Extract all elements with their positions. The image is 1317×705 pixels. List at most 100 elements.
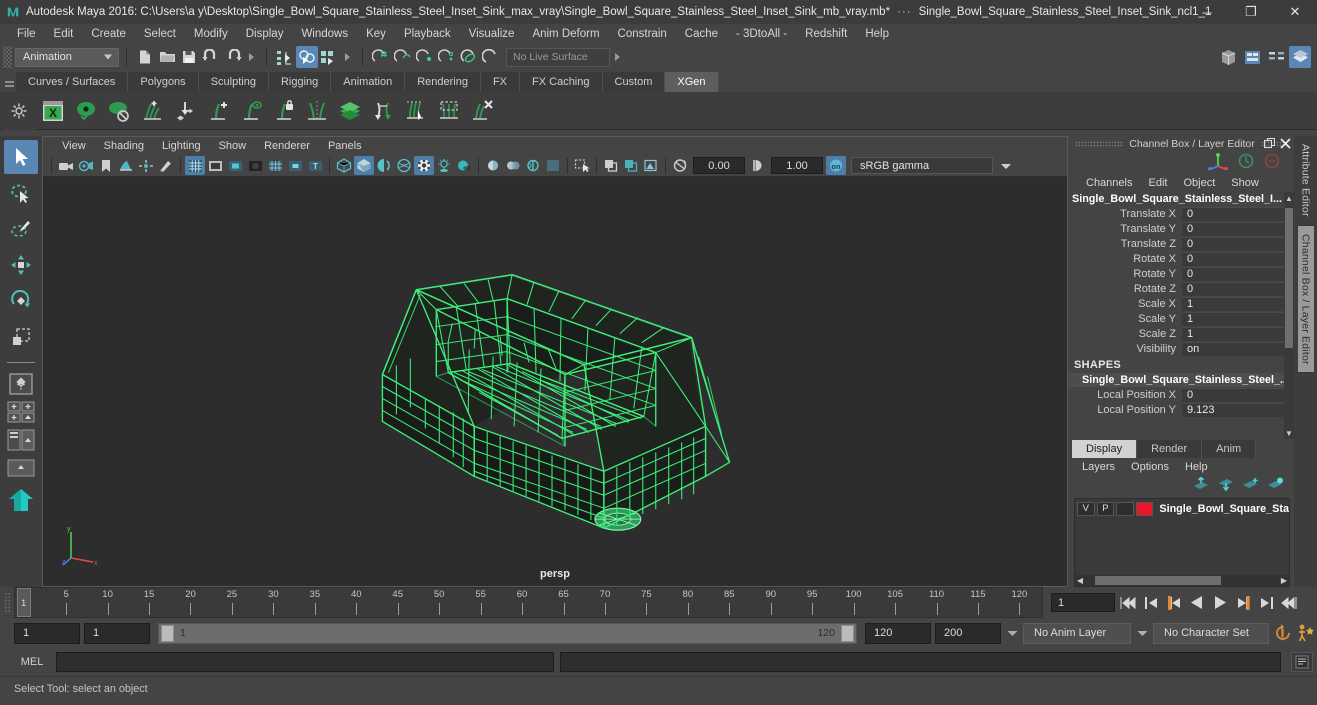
attribute-row-translate-y[interactable]: Translate Y 0	[1068, 221, 1294, 236]
show-hide-attribute-editor-button[interactable]	[1241, 46, 1263, 68]
anim-layer-chevron-down-icon[interactable]	[1005, 623, 1019, 644]
menu-anim-deform[interactable]: Anim Deform	[523, 24, 608, 44]
save-scene-button[interactable]	[178, 46, 200, 68]
select-camera-icon[interactable]	[56, 156, 76, 175]
xgen-delete-guide-icon[interactable]	[467, 95, 497, 126]
scrollbar-thumb[interactable]	[1095, 576, 1221, 585]
shelf-tab-fx-caching[interactable]: FX Caching	[520, 72, 603, 92]
channel-menu-edit[interactable]: Edit	[1140, 177, 1175, 189]
attribute-value[interactable]: 1	[1182, 326, 1294, 341]
show-hide-modeling-toolkit-button[interactable]	[1217, 46, 1239, 68]
attribute-row-rotate-z[interactable]: Rotate Z 0	[1068, 281, 1294, 296]
menu-create[interactable]: Create	[82, 24, 135, 44]
step-forward-keyframe-icon[interactable]	[1256, 592, 1276, 614]
grid-toggle-icon[interactable]	[185, 156, 205, 175]
attribute-row-translate-z[interactable]: Translate Z 0	[1068, 236, 1294, 251]
xgen-add-guide-icon[interactable]	[203, 95, 233, 126]
current-frame-field[interactable]: 1	[1051, 593, 1115, 612]
layer-menu-layers[interactable]: Layers	[1074, 461, 1123, 473]
layer-color-swatch[interactable]	[1135, 501, 1154, 516]
xgen-region-icon[interactable]	[434, 95, 464, 126]
attribute-value[interactable]: 0	[1182, 206, 1294, 221]
depth-of-field-icon[interactable]	[523, 156, 543, 175]
show-hide-tool-settings-button[interactable]	[1265, 46, 1287, 68]
new-scene-button[interactable]	[134, 46, 156, 68]
snap-to-curve-button[interactable]	[392, 46, 414, 68]
expand-section-arrow-3-icon[interactable]	[615, 53, 620, 61]
shelf-grip[interactable]	[2, 72, 16, 92]
open-scene-button[interactable]	[156, 46, 178, 68]
menu-constrain[interactable]: Constrain	[609, 24, 676, 44]
lasso-select-tool[interactable]	[4, 176, 38, 210]
xgen-add-description-icon[interactable]	[137, 95, 167, 126]
gamma-value-field[interactable]: 1.00	[771, 157, 823, 174]
playback-start-time-field[interactable]: 1	[84, 622, 150, 644]
snap-to-grid-button[interactable]	[370, 46, 392, 68]
move-tool[interactable]	[4, 248, 38, 282]
safe-action-icon[interactable]	[285, 156, 305, 175]
menuset-selector[interactable]: Animation	[15, 47, 119, 67]
viewport-menu-renderer[interactable]: Renderer	[255, 137, 319, 155]
time-slider-grip[interactable]	[0, 587, 14, 618]
xgen-lock-guide-icon[interactable]	[269, 95, 299, 126]
step-forward-frame-icon[interactable]	[1233, 592, 1253, 614]
color-management-selector[interactable]: sRGB gamma	[851, 157, 993, 174]
menu-help[interactable]: Help	[856, 24, 898, 44]
attribute-value[interactable]: on	[1182, 341, 1294, 356]
two-pane-side-layout-button[interactable]	[6, 427, 36, 453]
vertical-tab-channel-box[interactable]: Channel Box / Layer Editor	[1297, 225, 1314, 374]
layer-name[interactable]: Single_Bowl_Square_Sta	[1155, 503, 1289, 515]
statusline-grip[interactable]	[3, 46, 12, 68]
outliner-persp-layout-button[interactable]	[6, 455, 36, 481]
menu-edit[interactable]: Edit	[45, 24, 83, 44]
attribute-row-translate-x[interactable]: Translate X 0	[1068, 206, 1294, 221]
layer-shading-toggle[interactable]	[1116, 501, 1134, 516]
safe-title-icon[interactable]: T	[305, 156, 325, 175]
shelf-options-button[interactable]	[2, 91, 36, 130]
select-tool[interactable]	[4, 140, 38, 174]
exposure-icon[interactable]	[670, 156, 690, 175]
close-button[interactable]: ✕	[1273, 0, 1317, 24]
xgen-window-icon[interactable]: X	[38, 95, 68, 126]
tab-anim-layers[interactable]: Anim	[1202, 440, 1257, 458]
show-hide-channel-box-button[interactable]	[1289, 46, 1311, 68]
film-gate-icon[interactable]	[205, 156, 225, 175]
xgen-flip-icon[interactable]	[368, 95, 398, 126]
viewport-extra-icon[interactable]	[543, 156, 563, 175]
channel-menu-channels[interactable]: Channels	[1078, 177, 1140, 189]
anim-layer-selector[interactable]: No Anim Layer	[1023, 622, 1131, 644]
viewport-menu-lighting[interactable]: Lighting	[153, 137, 210, 155]
attribute-value[interactable]: 9.123	[1182, 402, 1294, 417]
select-by-component-type-button[interactable]	[318, 46, 340, 68]
command-language-label[interactable]: MEL	[14, 656, 50, 668]
resolution-gate-icon[interactable]	[225, 156, 245, 175]
viewport-menu-shading[interactable]: Shading	[95, 137, 153, 155]
motion-blur-icon[interactable]	[483, 156, 503, 175]
multisample-aa-icon[interactable]	[503, 156, 523, 175]
menu-key[interactable]: Key	[357, 24, 395, 44]
xgen-preview-off-icon[interactable]	[104, 95, 134, 126]
layer-playback-toggle[interactable]: P	[1096, 501, 1115, 516]
toggle-layer-editor-icon[interactable]	[1264, 153, 1280, 174]
tab-display-layers[interactable]: Display	[1072, 440, 1138, 458]
isolate-select-icon[interactable]	[572, 156, 592, 175]
menu-redshift[interactable]: Redshift	[796, 24, 856, 44]
menu-file[interactable]: File	[8, 24, 45, 44]
move-layer-down-icon[interactable]	[1217, 477, 1234, 496]
layer-menu-help[interactable]: Help	[1177, 461, 1216, 473]
select-by-hierarchy-button[interactable]	[274, 46, 296, 68]
auto-keyframe-icon[interactable]	[1273, 622, 1293, 644]
play-forwards-icon[interactable]	[1210, 592, 1230, 614]
animation-end-time-field[interactable]: 200	[935, 622, 1001, 644]
menu-display[interactable]: Display	[237, 24, 293, 44]
menu-windows[interactable]: Windows	[292, 24, 357, 44]
new-layer-icon[interactable]	[1242, 477, 1259, 496]
channel-menu-object[interactable]: Object	[1175, 177, 1223, 189]
shelf-tab-fx[interactable]: FX	[480, 72, 521, 92]
range-start-handle[interactable]	[161, 624, 174, 642]
shelf-tab-rigging[interactable]: Rigging	[268, 72, 332, 92]
xgen-select-guide-icon[interactable]	[401, 95, 431, 126]
shelf-tab-polygons[interactable]: Polygons	[128, 72, 199, 92]
menu-playback[interactable]: Playback	[395, 24, 460, 44]
channel-box-attribute-list[interactable]: Single_Bowl_Square_Stainless_Steel_I... …	[1068, 192, 1294, 439]
